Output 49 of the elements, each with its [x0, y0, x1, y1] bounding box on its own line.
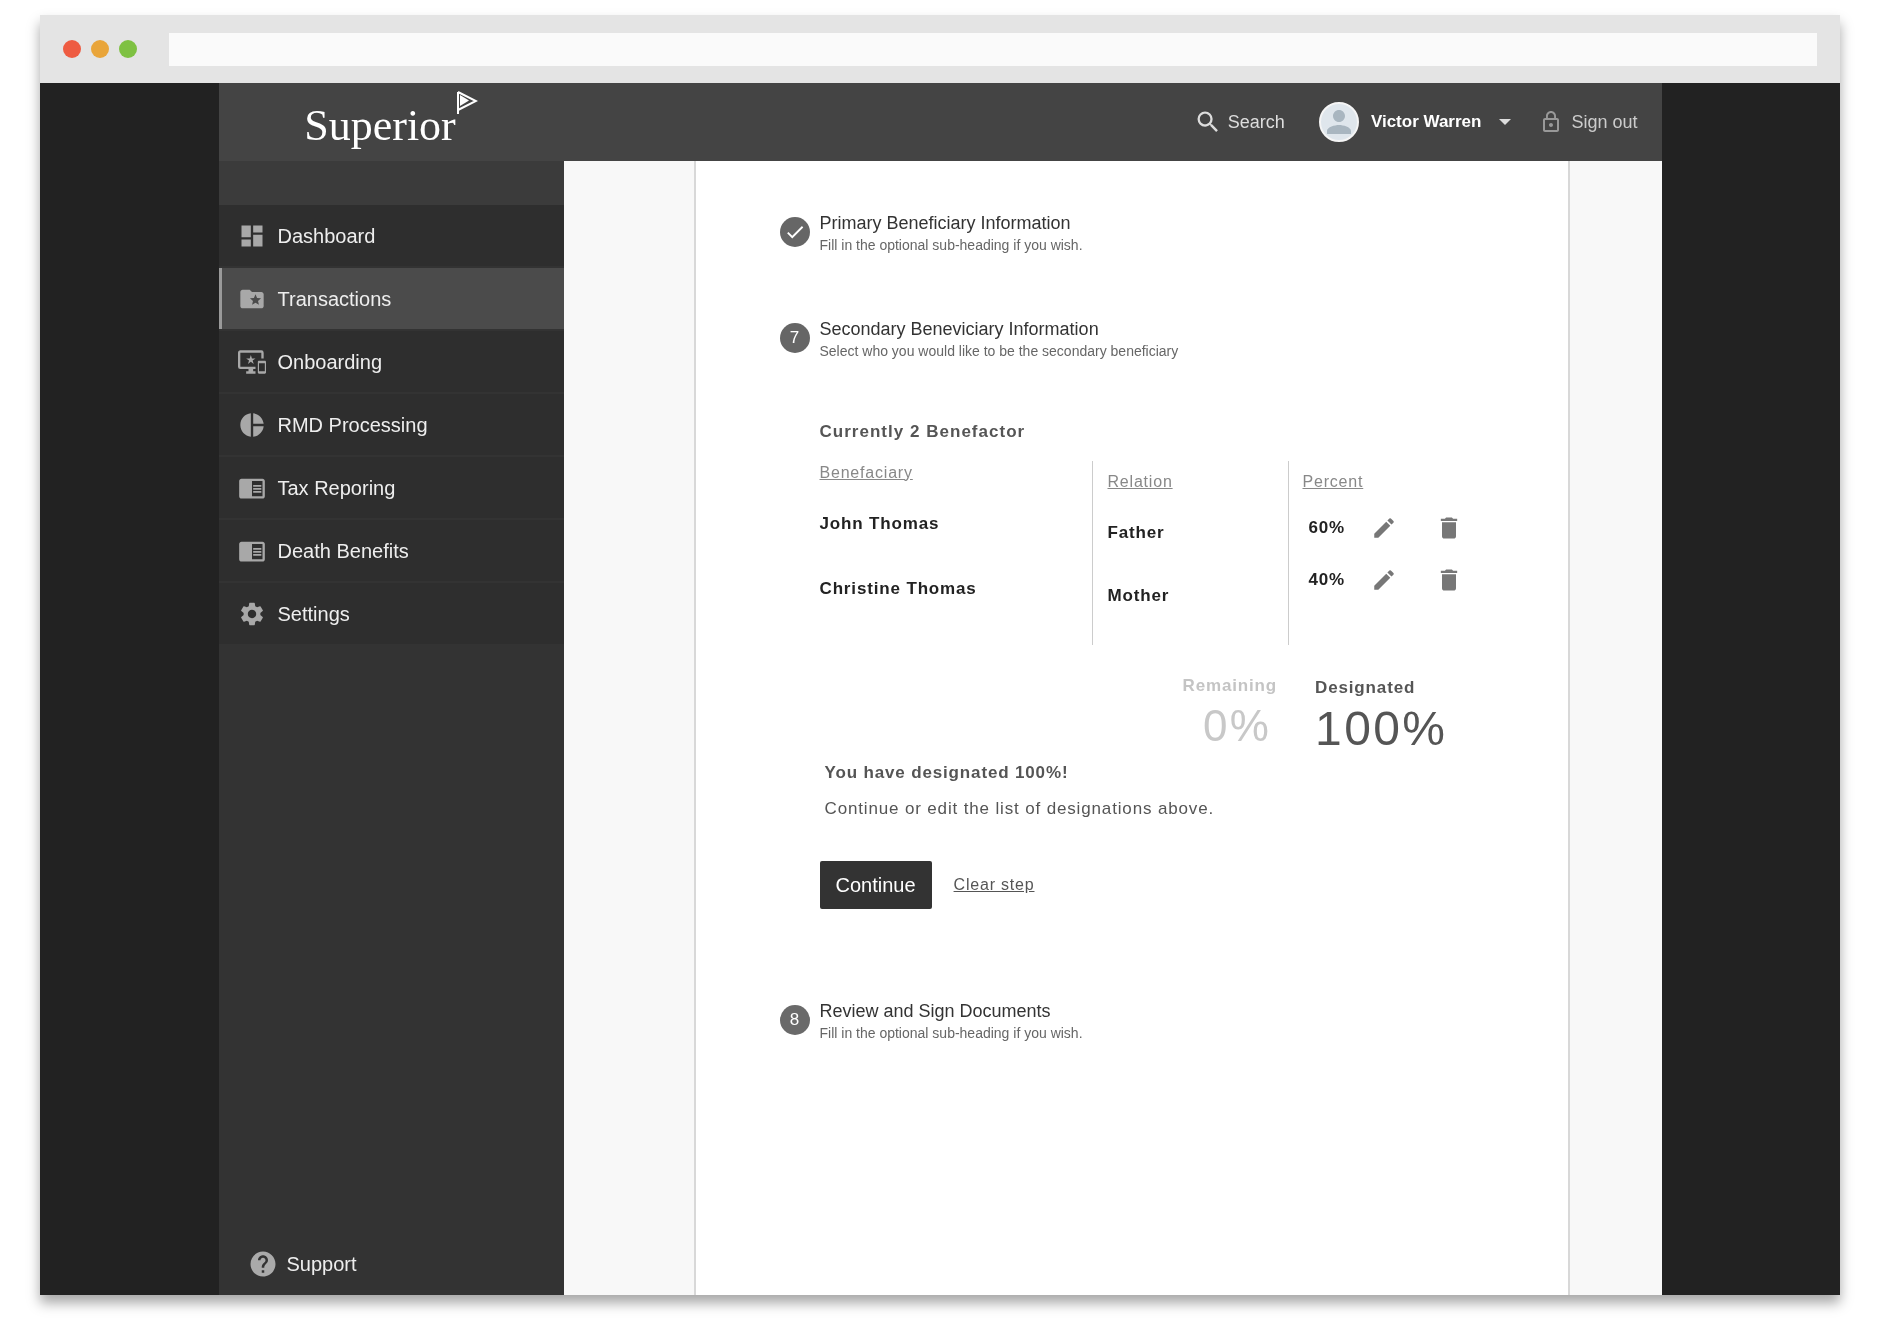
sidebar-item[interactable]: Onboarding	[218, 331, 564, 392]
column-header[interactable]: Percent	[1302, 469, 1364, 494]
sidebar-label: Transactions	[277, 286, 392, 312]
step-title: Primary Beneficiary Information	[819, 212, 1072, 235]
sidebar-item[interactable]: Tax Reporing	[218, 457, 564, 518]
sidebar-label: Onboarding	[277, 349, 383, 375]
sidebar-item[interactable]: Transactions	[218, 268, 564, 329]
sidebar-item[interactable]: Settings	[218, 583, 564, 644]
sidebar-label: Tax Reporing	[277, 475, 396, 501]
sidebar-label: Death Benefits	[277, 538, 409, 564]
step-subtitle: Fill in the optional sub-heading if you wish.	[819, 1024, 1083, 1043]
step-subtitle: Fill in the optional sub-heading if you wish.	[819, 236, 1083, 255]
table-cell-text: Christine Thomas	[819, 578, 978, 600]
step-title: Secondary Beneviciary Information	[819, 318, 1100, 341]
sidebar-item[interactable]: Death Benefits	[218, 520, 564, 581]
table-cell-text: John Thomas	[819, 512, 941, 535]
benefactor-count: Currently 2 Benefactor	[819, 421, 1027, 443]
designation-note: Continue or edit the list of designations above.	[824, 797, 1216, 820]
designated-value: 100%	[1315, 701, 1448, 757]
clear-step-link[interactable]: Clear step	[953, 873, 1035, 897]
table-cell-text: 60%	[1308, 516, 1347, 539]
caret-icon	[1499, 119, 1512, 125]
table-cell-text: Father	[1107, 521, 1166, 544]
sidebar-label: Dashboard	[277, 223, 376, 249]
remaining-label: Remaining	[1182, 674, 1278, 697]
column-header[interactable]: Relation	[1107, 469, 1173, 494]
app-logo[interactable]: Superior	[304, 93, 456, 159]
step-title: Review and Sign Documents	[819, 1000, 1052, 1023]
search-button[interactable]: Search	[1193, 108, 1285, 136]
sidebar-item[interactable]: RMD Processing	[218, 394, 564, 455]
flag-logo-icon	[455, 91, 478, 115]
step-subtitle: Select who you would like to be the secondary beneficiary	[819, 342, 1179, 361]
support-link[interactable]: Support	[247, 1249, 564, 1279]
user-menu[interactable]: Victor Warren	[1318, 102, 1512, 142]
sidebar-item[interactable]: Dashboard	[218, 205, 564, 266]
devices-icon	[237, 347, 266, 376]
continue-button[interactable]: Continue	[819, 861, 932, 909]
step-number: 7	[779, 323, 810, 353]
avatar-icon	[1318, 102, 1359, 142]
sign-out-button[interactable]: Sign out	[1539, 108, 1638, 136]
designation-message: You have designated 100%!	[824, 762, 1070, 784]
step-number: 8	[779, 1005, 810, 1035]
designated-label: Designated	[1315, 676, 1417, 699]
sidebar-label: Settings	[277, 601, 350, 627]
table-cell-text: 40%	[1308, 568, 1347, 591]
sidebar-label: RMD Processing	[277, 412, 428, 438]
pie-chart-icon	[237, 410, 266, 439]
table-cell-text: Mother	[1107, 585, 1171, 607]
column-header[interactable]: Benefaciary	[819, 460, 913, 485]
